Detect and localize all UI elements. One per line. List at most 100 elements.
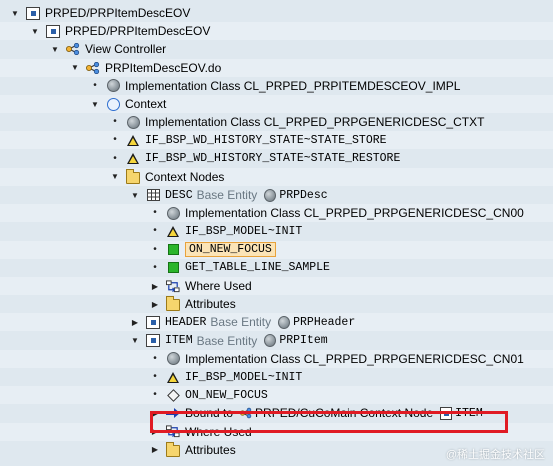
warning-triangle-icon	[126, 152, 140, 166]
collapse-toggle-icon[interactable]: ▼	[50, 40, 60, 58]
node-label: ON_NEW_FOCUS	[185, 242, 276, 258]
expand-toggle-icon[interactable]: ▶	[130, 313, 140, 331]
tree-node-desc-impl[interactable]: • Implementation Class CL_PRPED_PRPGENERI…	[0, 204, 553, 223]
class-circle-icon	[126, 115, 140, 129]
node-label: Context	[125, 97, 167, 111]
tree-node-item[interactable]: ▼ ITEM Base Entity PRPItem	[0, 332, 553, 350]
diamond-icon	[166, 388, 180, 402]
network-icon	[66, 42, 80, 56]
node-label: Attributes	[185, 297, 236, 312]
base-entity-label: Base Entity	[210, 315, 272, 330]
node-label: Context Nodes	[145, 169, 225, 184]
leaf-bullet-icon: •	[153, 225, 157, 237]
node-label: PRPED/PRPItemDescEOV	[45, 6, 191, 20]
green-square-icon	[166, 243, 180, 257]
node-label: PRPDesc	[279, 188, 328, 202]
expand-toggle-icon[interactable]: ▶	[150, 404, 160, 422]
tree-node-view[interactable]: ▼ PRPItemDescEOV.do	[0, 58, 553, 77]
node-label: PRPHeader	[293, 315, 356, 329]
warning-triangle-icon	[166, 370, 180, 384]
node-box-icon	[146, 334, 160, 348]
node-label: Bound to	[185, 406, 234, 421]
tree-node-hist-restore[interactable]: • IF_BSP_WD_HISTORY_STATE~STATE_RESTORE	[0, 150, 553, 168]
node-label: IF_BSP_WD_HISTORY_STATE~STATE_RESTORE	[145, 152, 401, 166]
warning-triangle-icon	[126, 133, 140, 147]
node-label: Implementation Class CL_PRPED_PRPGENERIC…	[185, 351, 524, 366]
node-label: Where Used	[185, 424, 252, 439]
node-label: HEADER	[165, 315, 207, 329]
tree-node-desc-init[interactable]: • IF_BSP_MODEL~INIT	[0, 222, 553, 240]
tree-node-ctxt-impl[interactable]: • Implementation Class CL_PRPED_PRPGENERI…	[0, 113, 553, 131]
base-entity-label: Base Entity	[196, 333, 258, 348]
collapse-toggle-icon[interactable]: ▼	[130, 186, 140, 204]
where-used-icon	[166, 279, 180, 293]
expand-toggle-icon[interactable]: ▶	[150, 423, 160, 441]
node-label: IF_BSP_MODEL~INIT	[185, 370, 303, 384]
bound-arrow-icon	[166, 406, 180, 420]
class-circle-icon	[264, 188, 277, 202]
node-label: Attributes	[185, 442, 236, 457]
collapse-toggle-icon[interactable]: ▼	[70, 59, 80, 77]
tree-node-context-nodes[interactable]: ▼ Context Nodes	[0, 167, 553, 186]
expand-toggle-icon[interactable]: ▶	[150, 441, 160, 459]
expand-toggle-icon[interactable]: ▶	[150, 277, 160, 295]
tree-node-item-init[interactable]: • IF_BSP_MODEL~INIT	[0, 368, 553, 386]
folder-icon	[126, 168, 140, 184]
collapse-toggle-icon[interactable]: ▼	[110, 168, 120, 186]
collapse-toggle-icon[interactable]: ▼	[130, 332, 140, 350]
tree-node-component[interactable]: ▼ PRPED/PRPItemDescEOV	[0, 22, 553, 41]
tree-node-item-where[interactable]: ▶ Where Used	[0, 422, 553, 441]
tree-node-hist-store[interactable]: • IF_BSP_WD_HISTORY_STATE~STATE_STORE	[0, 131, 553, 150]
node-label: View Controller	[85, 42, 167, 57]
folder-icon	[166, 296, 180, 312]
collapse-toggle-icon[interactable]: ▼	[30, 22, 40, 40]
tree-node-item-focus[interactable]: • ON_NEW_FOCUS	[0, 386, 553, 405]
network-icon	[240, 407, 252, 419]
leaf-bullet-icon: •	[113, 134, 117, 146]
tree-node-desc-focus[interactable]: • ON_NEW_FOCUS	[0, 240, 553, 259]
tree-node-item-impl[interactable]: • Implementation Class CL_PRPED_PRPGENERI…	[0, 349, 553, 368]
class-circle-icon	[264, 334, 277, 348]
tree-node-header[interactable]: ▶ HEADER Base Entity PRPHeader	[0, 313, 553, 332]
tree-node-desc[interactable]: ▼ DESC Base Entity PRPDesc	[0, 186, 553, 204]
tree-node-desc-getline[interactable]: • GET_TABLE_LINE_SAMPLE	[0, 259, 553, 277]
node-label: PRPED/PRPItemDescEOV	[65, 24, 211, 39]
leaf-bullet-icon: •	[113, 116, 117, 128]
node-box-icon	[146, 315, 160, 329]
tree-node-context[interactable]: ▼ Context	[0, 95, 553, 113]
tree-node-desc-attrs[interactable]: ▶ Attributes	[0, 295, 553, 313]
leaf-bullet-icon: •	[113, 152, 117, 164]
node-label: Implementation Class CL_PRPED_PRPITEMDES…	[125, 78, 461, 93]
node-label: ON_NEW_FOCUS	[185, 388, 268, 402]
collapse-toggle-icon[interactable]: ▼	[10, 4, 20, 22]
warning-triangle-icon	[166, 224, 180, 238]
node-label: Implementation Class CL_PRPED_PRPGENERIC…	[145, 115, 485, 130]
node-box-icon	[26, 6, 40, 20]
class-circle-icon	[278, 315, 291, 329]
leaf-bullet-icon: •	[153, 261, 157, 273]
collapse-toggle-icon[interactable]: ▼	[90, 95, 100, 113]
leaf-bullet-icon: •	[153, 352, 157, 364]
node-label: Implementation Class CL_PRPED_PRPGENERIC…	[185, 206, 524, 221]
node-label: Where Used	[185, 279, 252, 293]
tree-node-desc-where[interactable]: ▶ Where Used	[0, 277, 553, 295]
folder-icon	[166, 441, 180, 457]
tree-node-view-controller[interactable]: ▼ View Controller	[0, 40, 553, 58]
node-box-icon	[46, 24, 60, 38]
green-square-icon	[166, 261, 180, 275]
node-label: IF_BSP_WD_HISTORY_STATE~STATE_STORE	[145, 133, 387, 147]
node-label: PRPED/CuCoMain Context Node	[255, 406, 434, 421]
base-entity-label: Base Entity	[196, 188, 258, 202]
tree-node-root[interactable]: ▼ PRPED/PRPItemDescEOV	[0, 4, 553, 22]
tree-node-view-impl[interactable]: • Implementation Class CL_PRPED_PRPITEMDE…	[0, 77, 553, 95]
leaf-bullet-icon: •	[153, 243, 157, 255]
table-grid-icon	[146, 188, 160, 202]
expand-toggle-icon[interactable]: ▶	[150, 295, 160, 313]
node-box-icon	[440, 406, 453, 420]
node-label: PRPItem	[279, 334, 328, 348]
tree-node-item-bound[interactable]: ▶ Bound to PRPED/CuCoMain Context Node ITEM	[0, 404, 553, 422]
leaf-bullet-icon: •	[93, 79, 97, 91]
context-ring-icon	[106, 97, 120, 111]
node-label: ITEM	[455, 406, 483, 420]
leaf-bullet-icon: •	[153, 207, 157, 219]
